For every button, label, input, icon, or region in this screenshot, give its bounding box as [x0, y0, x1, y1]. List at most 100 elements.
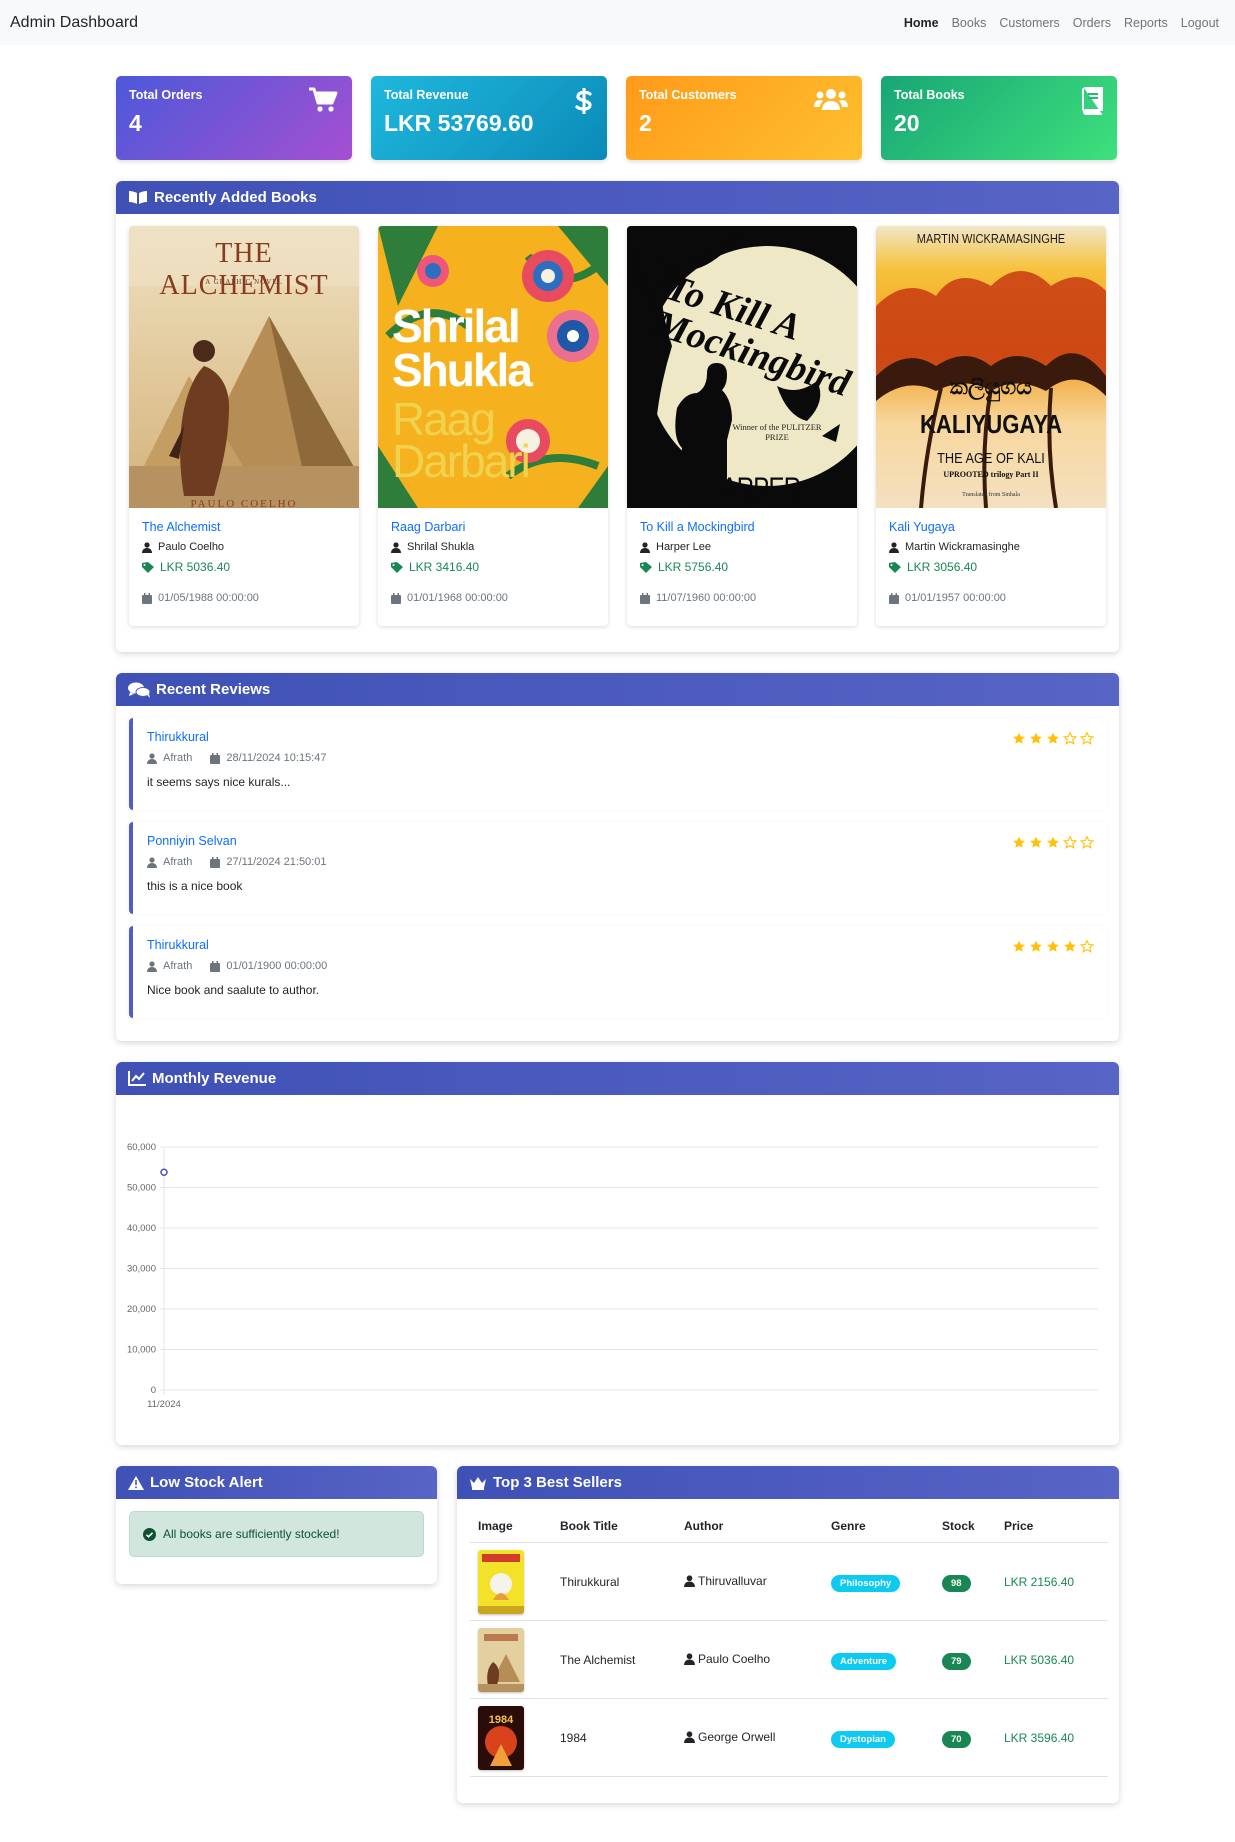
- cover-award-text: Winner of the PULITZER PRIZE: [732, 422, 822, 442]
- row-author: Thiruvalluvar: [698, 1573, 767, 1588]
- review-book-link[interactable]: Thirukkural: [147, 938, 1093, 952]
- cover-translated-text: Translated from Sinhala: [962, 492, 1020, 498]
- book-date: 01/05/1988 00:00:00: [158, 592, 259, 604]
- stat-value: 4: [129, 110, 142, 136]
- table-header-row: Image Book Title Author Genre Stock Pric…: [470, 1509, 1108, 1543]
- best-sellers-panel: Top 3 Best Sellers Image Book Title Auth…: [457, 1466, 1119, 1803]
- review-item: Thirukkural Afrath 28/11/2024 10:15:47 it…: [129, 718, 1107, 810]
- nav-reports[interactable]: Reports: [1124, 16, 1168, 30]
- open-book-icon: [129, 191, 147, 204]
- revenue-line-chart: 0 10,000 20,000 30,000 40,000 50,000 60,000 11/…: [127, 1142, 1098, 1410]
- nav-links: Home Books Customers Orders Reports Logo…: [904, 16, 1219, 30]
- review-item: Ponniyin Selvan Afrath 27/11/2024 21:50:0…: [129, 822, 1107, 914]
- book-cover-mockingbird[interactable]: To Kill A Mockingbird Winner of the PULI…: [627, 226, 857, 508]
- stock-badge: 79: [942, 1652, 971, 1670]
- user-icon: [147, 856, 157, 868]
- book-card[interactable]: To Kill A Mockingbird Winner of the PULI…: [627, 226, 857, 626]
- book-thumbnail[interactable]: [478, 1627, 524, 1692]
- star-filled-icon: [1013, 836, 1025, 848]
- best-sellers-header: Top 3 Best Sellers: [457, 1466, 1119, 1499]
- user-icon: [684, 1652, 695, 1665]
- cover-subtitle-text: A GRAPHIC NOVEL: [205, 278, 283, 286]
- book-title-link[interactable]: The Alchemist: [142, 520, 346, 534]
- book-title-link[interactable]: Raag Darbari: [391, 520, 595, 534]
- book-price: LKR 5036.40: [160, 560, 231, 574]
- book-cover-kali-yugaya[interactable]: MARTIN WICKRAMASINGHE කලියුගය KALIYUGAYA…: [876, 226, 1106, 508]
- book-author: Shrilal Shukla: [407, 541, 475, 553]
- book-author: Harper Lee: [656, 541, 712, 553]
- recent-books-panel: Recently Added Books THE ALCHEMIST A GRA…: [116, 181, 1119, 652]
- table-row[interactable]: 1984 1984 George Orwell Dystopian 70 LKR…: [470, 1698, 1108, 1777]
- book-cover-alchemist[interactable]: THE ALCHEMIST A GRAPHIC NOVEL PAULO COEL…: [129, 226, 359, 508]
- review-book-link[interactable]: Thirukkural: [147, 730, 1093, 744]
- book-card[interactable]: MARTIN WICKRAMASINGHE කලියුගය KALIYUGAYA…: [876, 226, 1106, 626]
- review-text: this is a nice book: [147, 879, 243, 893]
- book-date: 01/01/1968 00:00:00: [407, 592, 508, 604]
- book-price: LKR 3416.40: [409, 560, 480, 574]
- star-empty-icon: [1080, 732, 1094, 745]
- nav-orders[interactable]: Orders: [1073, 16, 1111, 30]
- nav-books[interactable]: Books: [952, 16, 987, 30]
- star-filled-icon: [1047, 940, 1059, 952]
- book-title-link[interactable]: Kali Yugaya: [889, 520, 1093, 534]
- review-date: 28/11/2024 10:15:47: [226, 752, 327, 764]
- cover-author-text: Shrilal Shukla: [392, 300, 533, 396]
- user-icon: [147, 752, 157, 764]
- calendar-icon: [210, 960, 221, 972]
- cover-title-text: THE ALCHEMIST: [159, 238, 329, 301]
- row-price: LKR 3596.40: [996, 1698, 1108, 1777]
- y-tick-label: 0: [151, 1385, 156, 1396]
- tag-icon: [142, 561, 154, 573]
- star-filled-icon: [1047, 836, 1059, 848]
- table-row[interactable]: Thirukkural Thiruvalluvar Philosophy 98 …: [470, 1542, 1108, 1621]
- nav-home[interactable]: Home: [904, 16, 939, 30]
- table-row[interactable]: The Alchemist Paulo Coelho Adventure 79 …: [470, 1620, 1108, 1699]
- calendar-icon: [210, 752, 221, 764]
- book-title-link[interactable]: To Kill a Mockingbird: [640, 520, 844, 534]
- book-price: LKR 5756.40: [658, 560, 729, 574]
- panel-title: Recent Reviews: [156, 681, 271, 698]
- review-user: Afrath: [163, 752, 193, 764]
- star-filled-icon: [1030, 940, 1042, 952]
- star-empty-icon: [1080, 836, 1094, 849]
- dollar-icon: [575, 88, 592, 114]
- book-card[interactable]: THE ALCHEMIST A GRAPHIC NOVEL PAULO COEL…: [129, 226, 359, 626]
- star-filled-icon: [1013, 940, 1025, 952]
- monthly-revenue-panel: Monthly Revenue 0 10,000 20,000 30,000 40,00…: [116, 1062, 1119, 1445]
- col-price: Price: [996, 1509, 1108, 1543]
- nav-logout[interactable]: Logout: [1181, 16, 1219, 30]
- review-book-link[interactable]: Ponniyin Selvan: [147, 834, 1093, 848]
- panel-title: Monthly Revenue: [152, 1070, 277, 1087]
- cover-subtitle-text: THE AGE OF KALI: [937, 450, 1045, 467]
- stat-card-revenue: Total Revenue LKR 53769.60: [371, 76, 607, 160]
- book-thumbnail[interactable]: 1984: [478, 1705, 524, 1770]
- y-tick-label: 60,000: [127, 1142, 156, 1153]
- stat-card-customers: Total Customers 2: [626, 76, 862, 160]
- y-tick-label: 40,000: [127, 1223, 156, 1234]
- book-date: 01/01/1957 00:00:00: [905, 592, 1006, 604]
- nav-customers[interactable]: Customers: [999, 16, 1059, 30]
- comments-icon: [128, 682, 150, 698]
- book-thumbnail[interactable]: [478, 1549, 524, 1614]
- book-author: Paulo Coelho: [158, 541, 225, 553]
- book-card[interactable]: Shrilal Shukla Raag Darbari Raag Darbari…: [378, 226, 608, 626]
- user-icon: [889, 541, 899, 553]
- navbar: Admin Dashboard Home Books Customers Ord…: [0, 0, 1235, 45]
- genre-badge: Adventure: [831, 1652, 896, 1670]
- book-author: Martin Wickramasinghe: [905, 541, 1020, 553]
- warning-icon: [128, 1475, 144, 1490]
- star-filled-icon: [1047, 732, 1059, 744]
- low-stock-header: Low Stock Alert: [116, 1466, 437, 1499]
- recent-books-header: Recently Added Books: [116, 181, 1119, 214]
- user-icon: [147, 960, 157, 972]
- book-cover-raag-darbari[interactable]: Shrilal Shukla Raag Darbari: [378, 226, 608, 508]
- calendar-icon: [889, 592, 899, 604]
- navbar-brand[interactable]: Admin Dashboard: [10, 14, 138, 32]
- stat-value: 20: [894, 110, 920, 136]
- col-book-title: Book Title: [552, 1509, 676, 1543]
- user-icon: [391, 541, 401, 553]
- row-author: Paulo Coelho: [698, 1651, 771, 1666]
- star-filled-icon: [1030, 732, 1042, 744]
- y-tick-label: 50,000: [127, 1183, 156, 1194]
- low-stock-panel: Low Stock Alert All books are sufficient…: [116, 1466, 437, 1584]
